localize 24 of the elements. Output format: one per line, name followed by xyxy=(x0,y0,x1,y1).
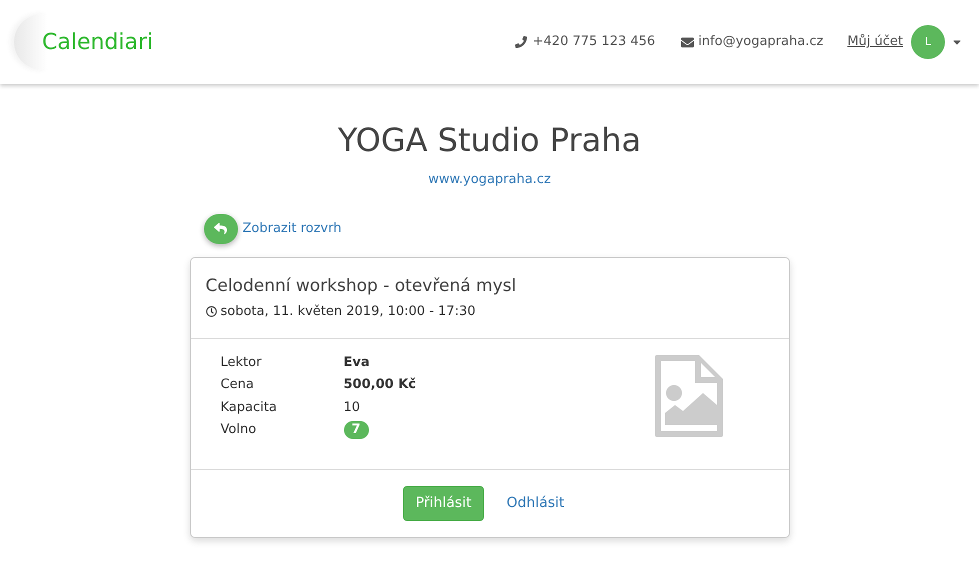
detail-label: Kapacita xyxy=(220,398,278,417)
detail-label: Lektor xyxy=(220,354,262,372)
signout-link[interactable]: Odhlásit xyxy=(494,486,576,520)
schedule-link[interactable]: Zobrazit rozvrh xyxy=(242,218,342,238)
website-link[interactable]: www.yogapraha.cz xyxy=(428,170,551,190)
detail-label: Cena xyxy=(220,376,255,394)
event-datetime: sobota, 11. květen 2019, 10:00 - 17:30 xyxy=(220,303,476,321)
event-title: Celodenní workshop - otevřená mysl xyxy=(206,274,518,298)
detail-value: Eva xyxy=(344,354,370,372)
detail-label: Volno xyxy=(220,421,258,439)
email-address: info@yogapraha.cz xyxy=(698,33,824,52)
studio-name: YOGA Studio Praha xyxy=(338,120,642,160)
availability-badge: 7 xyxy=(344,420,369,438)
user-avatar[interactable]: L xyxy=(911,25,945,59)
clock-icon xyxy=(206,306,216,318)
logo-text: Calendiari xyxy=(42,28,154,56)
detail-value: 10 xyxy=(344,398,360,416)
detail-value: 500,00 Kč xyxy=(344,376,416,394)
phone-icon xyxy=(514,36,527,48)
envelope-icon xyxy=(681,36,694,48)
account-link[interactable]: Můj účet xyxy=(847,32,903,52)
phone-number: +420 775 123 456 xyxy=(532,33,656,52)
reply-arrow-icon xyxy=(214,222,227,235)
signup-button[interactable]: Přihlásit xyxy=(402,486,484,520)
